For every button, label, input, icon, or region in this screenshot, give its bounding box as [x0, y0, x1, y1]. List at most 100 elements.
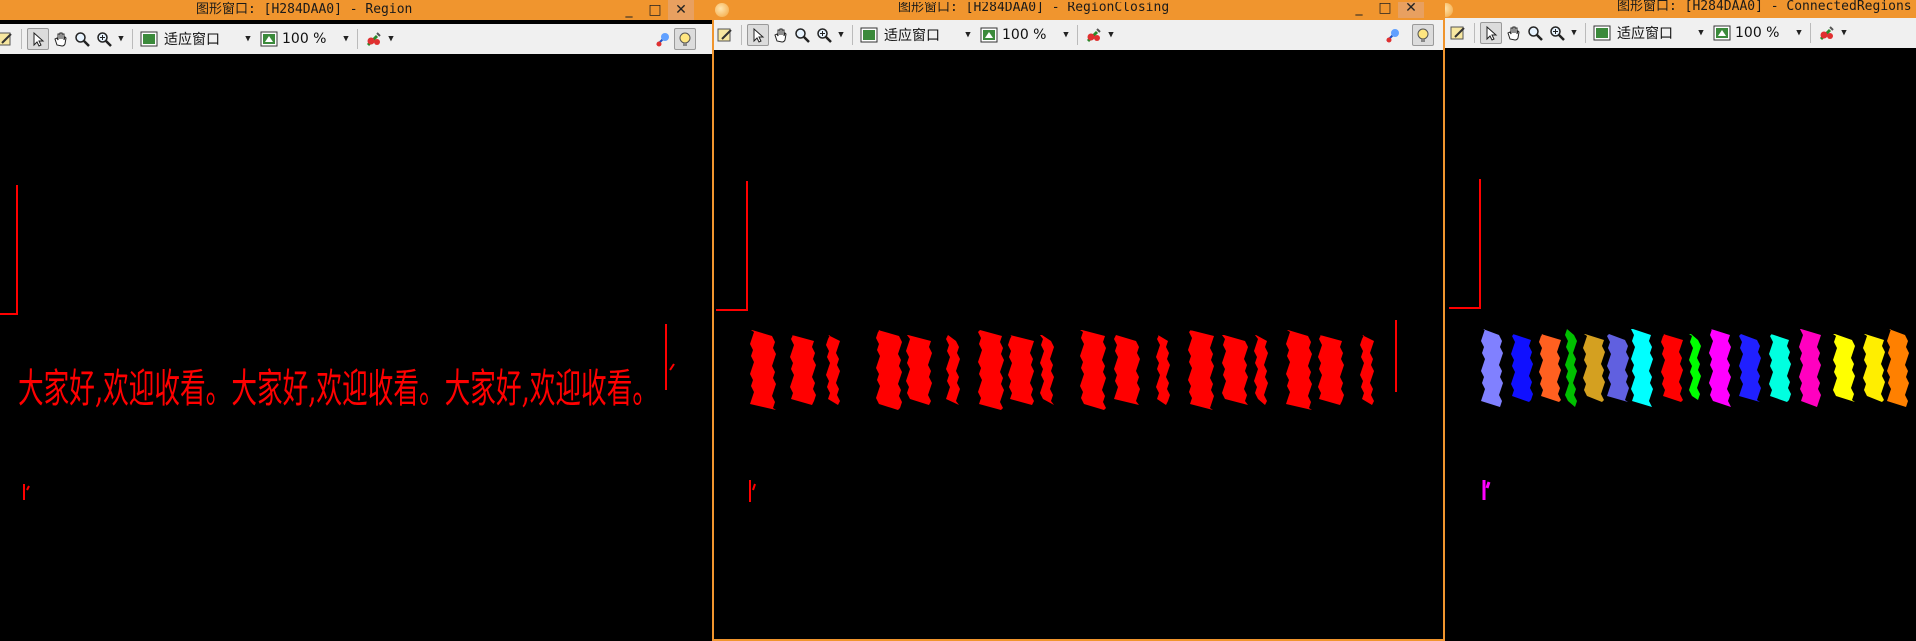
connected-region-blob — [1769, 334, 1791, 402]
chevron-down-icon[interactable]: ▼ — [385, 28, 397, 50]
closed-region-blob — [750, 330, 776, 410]
connected-region-blob — [1583, 334, 1605, 402]
chevron-down-icon[interactable]: ▼ — [1060, 24, 1072, 46]
chevron-down-icon[interactable]: ▼ — [1838, 22, 1850, 44]
zoom-in-icon[interactable] — [93, 28, 115, 50]
connected-region-blob — [1689, 334, 1701, 402]
title-bar[interactable]: 图形窗口: [H284DAA0] - Region _ □ ✕ — [0, 0, 712, 20]
chevron-down-icon[interactable]: ▼ — [340, 28, 352, 50]
connected-region-blob — [1539, 334, 1561, 402]
color-tool-icon[interactable] — [363, 28, 385, 50]
pan-hand-icon[interactable] — [49, 28, 71, 50]
closed-region-blob — [1360, 335, 1374, 405]
closed-region-blob — [1008, 335, 1034, 405]
halcon-app-icon — [1445, 3, 1453, 17]
window-title: 图形窗口: [H284DAA0] - Region — [196, 2, 413, 17]
connected-region-blob — [1565, 329, 1577, 407]
close-button[interactable]: ✕ — [1398, 0, 1424, 18]
overlay-text: 大家好,欢迎收看。大家好,欢迎收看。大家好,欢迎收看。 — [18, 366, 658, 412]
connected-regions-display — [1449, 179, 1909, 500]
fit-window-icon[interactable] — [138, 28, 160, 50]
chevron-down-icon[interactable]: ▼ — [962, 24, 974, 46]
minimize-button[interactable]: _ — [616, 0, 642, 20]
lightbulb-icon[interactable] — [1412, 24, 1434, 46]
zoom-in-icon[interactable] — [1546, 22, 1568, 44]
magnifier-icon[interactable] — [1524, 22, 1546, 44]
zoom-percent-label[interactable]: 100 % — [282, 31, 334, 47]
zoom-in-icon[interactable] — [813, 24, 835, 46]
graphics-window-region: 图形窗口: [H284DAA0] - Region _ □ ✕ ▼ 适应窗口 ▼… — [0, 0, 712, 641]
zoom-percent-label[interactable]: 100 % — [1002, 27, 1054, 43]
title-bar[interactable]: 图形窗口: [H284DAA0] - ConnectedRegions — [1445, 0, 1916, 20]
maximize-button[interactable]: □ — [1372, 0, 1398, 18]
pointer-icon[interactable] — [1480, 22, 1502, 44]
toolbar: ▼ 适应窗口 ▼ 100 % ▼ ▼ — [1445, 18, 1916, 49]
halcon-app-icon — [715, 3, 729, 17]
zoom-mode-label[interactable]: 适应窗口 — [884, 25, 954, 45]
connected-region-blob — [1709, 329, 1731, 407]
connected-region-blob — [1631, 329, 1653, 407]
closed-region-blob — [790, 335, 816, 405]
lightbulb-icon[interactable] — [674, 28, 696, 50]
magnifier-icon[interactable] — [71, 28, 93, 50]
image-canvas[interactable] — [712, 50, 1445, 641]
closed-region-blob — [1318, 335, 1344, 405]
region-info-icon[interactable] — [1382, 24, 1404, 46]
zoom-mode-label[interactable]: 适应窗口 — [1617, 23, 1687, 43]
connected-region-blob — [1863, 334, 1885, 402]
chevron-down-icon[interactable]: ▼ — [835, 24, 847, 46]
zoom-percent-icon[interactable] — [1711, 22, 1733, 44]
closed-region-blob — [1254, 335, 1268, 405]
closed-region-blob — [906, 335, 932, 405]
window-title: 图形窗口: [H284DAA0] - RegionClosing — [898, 0, 1170, 15]
edit-icon[interactable] — [0, 28, 16, 50]
pointer-icon[interactable] — [747, 24, 769, 46]
zoom-percent-label[interactable]: 100 % — [1735, 25, 1787, 41]
chevron-down-icon[interactable]: ▼ — [1568, 22, 1580, 44]
connected-region-blob — [1799, 329, 1821, 407]
edit-icon[interactable] — [714, 24, 736, 46]
connected-region-blob — [1739, 334, 1761, 402]
zoom-percent-icon[interactable] — [258, 28, 280, 50]
closed-region-blob — [876, 330, 902, 410]
connected-region-blob — [1887, 329, 1909, 407]
chevron-down-icon[interactable]: ▼ — [115, 28, 127, 50]
title-bar[interactable]: 图形窗口: [H284DAA0] - RegionClosing _ □ ✕ — [712, 0, 1445, 20]
graphics-window-region-closing: 图形窗口: [H284DAA0] - RegionClosing _ □ ✕ ▼… — [712, 0, 1445, 641]
zoom-percent-icon[interactable] — [978, 24, 1000, 46]
image-canvas[interactable]: 大家好,欢迎收看。大家好,欢迎收看。大家好,欢迎收看。 — [0, 54, 712, 641]
close-button[interactable]: ✕ — [668, 0, 694, 20]
region-closing-display — [716, 181, 1397, 502]
chevron-down-icon[interactable]: ▼ — [1105, 24, 1117, 46]
toolbar: ▼ 适应窗口 ▼ 100 % ▼ ▼ — [0, 24, 712, 55]
color-tool-icon[interactable] — [1816, 22, 1838, 44]
image-canvas[interactable] — [1445, 48, 1916, 641]
connected-region-blob — [1481, 329, 1503, 407]
closed-region-blob — [946, 335, 960, 405]
edit-icon[interactable] — [1447, 22, 1469, 44]
maximize-button[interactable]: □ — [642, 0, 668, 20]
closed-region-blob — [1114, 335, 1140, 405]
fit-window-icon[interactable] — [1591, 22, 1613, 44]
closed-region-blob — [1286, 330, 1312, 410]
fit-window-icon[interactable] — [858, 24, 880, 46]
pan-hand-icon[interactable] — [769, 24, 791, 46]
closed-region-blob — [826, 335, 840, 405]
chevron-down-icon[interactable]: ▼ — [1793, 22, 1805, 44]
chevron-down-icon[interactable]: ▼ — [1695, 22, 1707, 44]
connected-region-blob — [1661, 334, 1683, 402]
color-tool-icon[interactable] — [1083, 24, 1105, 46]
graphics-window-connected-regions: 图形窗口: [H284DAA0] - ConnectedRegions ▼ 适应… — [1445, 0, 1916, 641]
chevron-down-icon[interactable]: ▼ — [242, 28, 254, 50]
connected-region-blob — [1511, 334, 1533, 402]
magnifier-icon[interactable] — [791, 24, 813, 46]
toolbar: ▼ 适应窗口 ▼ 100 % ▼ ▼ — [712, 20, 1445, 51]
region-info-icon[interactable] — [652, 28, 674, 50]
pan-hand-icon[interactable] — [1502, 22, 1524, 44]
zoom-mode-label[interactable]: 适应窗口 — [164, 29, 234, 49]
pointer-icon[interactable] — [27, 28, 49, 50]
closed-region-blob — [978, 330, 1004, 410]
minimize-button[interactable]: _ — [1346, 0, 1372, 18]
closed-region-blob — [1156, 335, 1170, 405]
closed-region-blob — [1080, 330, 1106, 410]
